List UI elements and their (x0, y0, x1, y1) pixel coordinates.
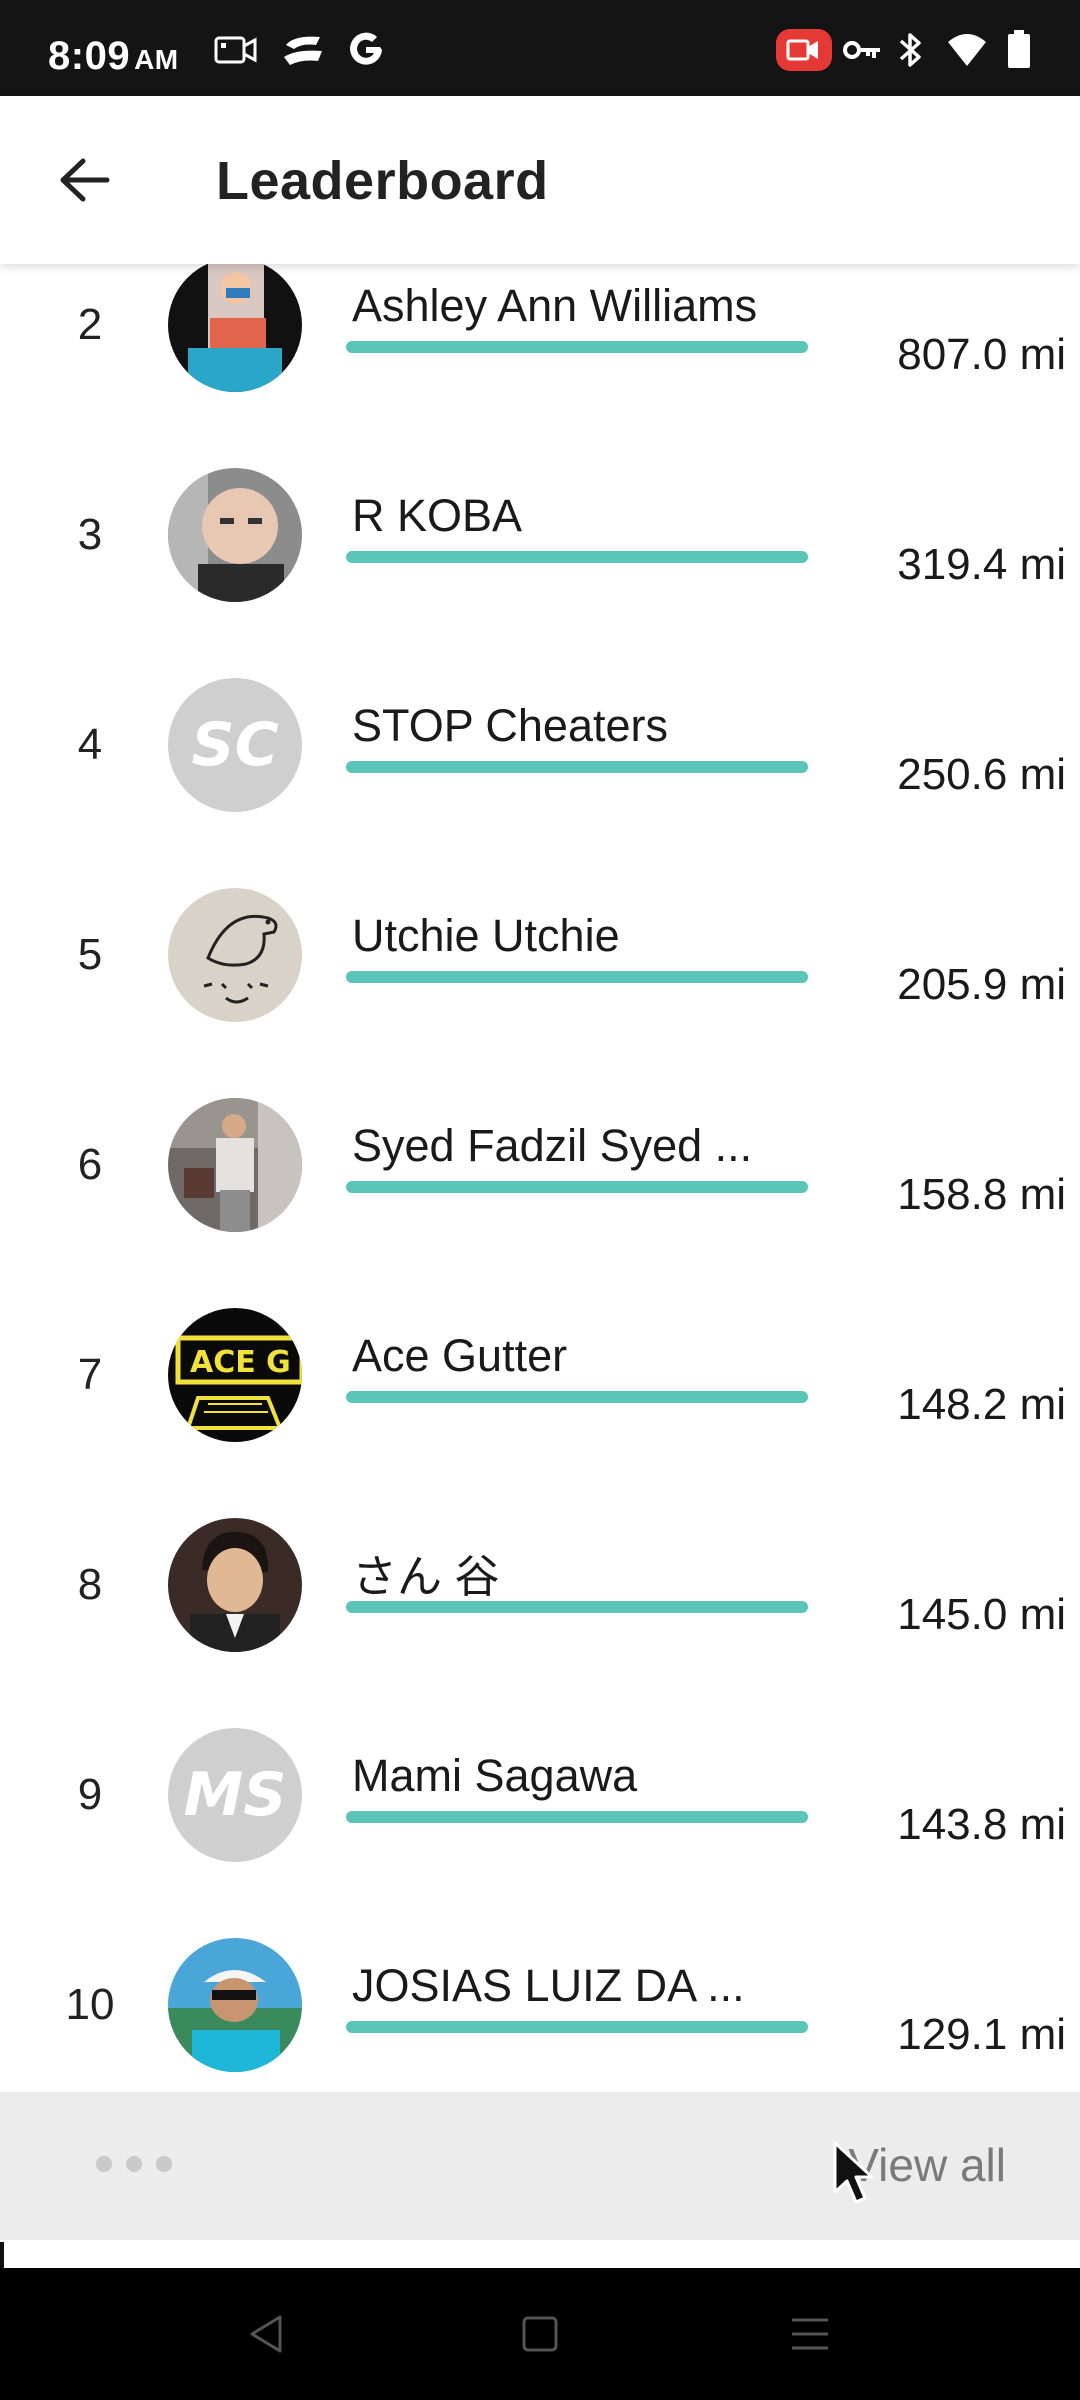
distance-value: 143.8 mi (897, 1800, 1066, 1849)
avatar[interactable] (168, 888, 302, 1022)
participant-name: Syed Fadzil Syed ... (352, 1120, 753, 1171)
dot (96, 2156, 112, 2172)
distance-value: 319.4 mi (897, 540, 1066, 589)
home-square-icon[interactable] (510, 2308, 570, 2360)
leaderboard-row[interactable]: 3 R KOBA 319.4 mi (0, 430, 1080, 640)
participant-name: さん 谷 (352, 1551, 500, 1602)
rank-number: 6 (77, 1140, 103, 1189)
rank-number: 8 (77, 1560, 103, 1609)
progress-bar (346, 971, 808, 983)
leaderboard-row[interactable]: 7 ACE G Ace Gutter 148.2 mi (0, 1270, 1080, 1480)
app-bar: Leaderboard (0, 96, 1080, 264)
page-title: Leaderboard (216, 151, 549, 211)
menu-lines-icon[interactable] (780, 2308, 840, 2360)
rank-number: 7 (77, 1350, 103, 1399)
avatar[interactable] (168, 1938, 302, 2072)
participant-name: Ashley Ann Williams (352, 280, 758, 331)
progress-bar-fill (346, 1181, 808, 1193)
progress-bar (346, 1811, 808, 1823)
rank-number: 10 (65, 1980, 115, 2029)
progress-bar-fill (346, 1391, 808, 1403)
progress-bar-fill (346, 1601, 808, 1613)
edge-marker (0, 2242, 4, 2268)
avatar[interactable] (168, 1098, 302, 1232)
back-button[interactable] (44, 140, 124, 220)
progress-bar (346, 1391, 808, 1403)
leaderboard-row[interactable]: 2 Ashley Ann Williams 807.0 mi (0, 264, 1080, 430)
participant-name: R KOBA (352, 490, 523, 541)
distance-value: 129.1 mi (897, 2010, 1066, 2059)
leaderboard-footer: View all (0, 2092, 1080, 2240)
back-triangle-icon[interactable] (236, 2308, 296, 2360)
status-time-value: 8:09 (48, 34, 131, 78)
game-pad-icon (280, 30, 326, 70)
screen-record-icon (776, 29, 832, 71)
vpn-key-icon (842, 30, 882, 70)
distance-value: 148.2 mi (897, 1380, 1066, 1429)
status-time: 8:09 AM (48, 34, 179, 79)
rank-number: 2 (77, 300, 103, 349)
avatar-initials-text: MS (183, 1760, 287, 1830)
status-bar: 8:09 AM (0, 0, 1080, 96)
rank-number: 4 (77, 720, 103, 769)
distance-value: 807.0 mi (897, 330, 1066, 379)
distance-value: 250.6 mi (897, 750, 1066, 799)
progress-bar (346, 761, 808, 773)
rank-number: 5 (77, 930, 103, 979)
svg-text:ACE G: ACE G (190, 1345, 291, 1380)
bluetooth-icon (896, 30, 926, 70)
avatar[interactable] (168, 264, 302, 392)
distance-value: 205.9 mi (897, 960, 1066, 1009)
leaderboard-row[interactable]: 10 JOSIAS LUIZ DA ... 129.1 mi (0, 1900, 1080, 2092)
progress-bar-fill (346, 551, 808, 563)
progress-bar-fill (346, 1811, 808, 1823)
progress-bar (346, 341, 808, 353)
progress-bar-fill (346, 761, 808, 773)
battery-icon (1006, 30, 1032, 70)
participant-name: Ace Gutter (352, 1330, 568, 1381)
leaderboard-row[interactable]: 6 Syed Fadzil Syed ... 158.8 mi (0, 1060, 1080, 1270)
video-camera-icon (214, 30, 258, 70)
progress-bar-fill (346, 971, 808, 983)
dot (156, 2156, 172, 2172)
progress-bar (346, 551, 808, 563)
participant-name: Utchie Utchie (352, 910, 620, 961)
participant-name: Mami Sagawa (352, 1750, 638, 1801)
back-arrow-icon (60, 158, 110, 202)
progress-bar (346, 1601, 808, 1613)
wifi-icon (946, 30, 988, 70)
avatar-initials[interactable]: SC (168, 678, 302, 812)
leaderboard-row[interactable]: 8 さん 谷 145.0 mi (0, 1480, 1080, 1690)
more-dots-icon[interactable] (96, 2156, 172, 2172)
avatar[interactable]: ACE G (168, 1308, 302, 1442)
participant-name: JOSIAS LUIZ DA ... (352, 1960, 745, 2011)
progress-bar-fill (346, 341, 808, 353)
avatar-initials[interactable]: MS (168, 1728, 302, 1862)
avatar[interactable] (168, 1518, 302, 1652)
distance-value: 145.0 mi (897, 1590, 1066, 1639)
status-time-ampm: AM (134, 44, 179, 75)
leaderboard-row[interactable]: 5 Utchie Utchie 205.9 mi (0, 850, 1080, 1060)
progress-bar (346, 1181, 808, 1193)
leaderboard-list[interactable]: 2 Ashley Ann Williams 807.0 mi 3 R KOBA … (0, 264, 1080, 2092)
dot (126, 2156, 142, 2172)
progress-bar (346, 2021, 808, 2033)
rank-number: 3 (77, 510, 103, 559)
rank-number: 9 (77, 1770, 103, 1819)
bottom-strip (0, 2240, 1080, 2268)
avatar-initials-text: SC (191, 710, 279, 780)
leaderboard-row[interactable]: 4 SC STOP Cheaters 250.6 mi (0, 640, 1080, 850)
distance-value: 158.8 mi (897, 1170, 1066, 1219)
leaderboard-row[interactable]: 9 MS Mami Sagawa 143.8 mi (0, 1690, 1080, 1900)
participant-name: STOP Cheaters (352, 700, 668, 751)
mouse-cursor-icon (832, 2140, 876, 2211)
avatar[interactable] (168, 468, 302, 602)
progress-bar-fill (346, 2021, 808, 2033)
navigation-bar (0, 2268, 1080, 2400)
google-g-icon (346, 30, 386, 70)
